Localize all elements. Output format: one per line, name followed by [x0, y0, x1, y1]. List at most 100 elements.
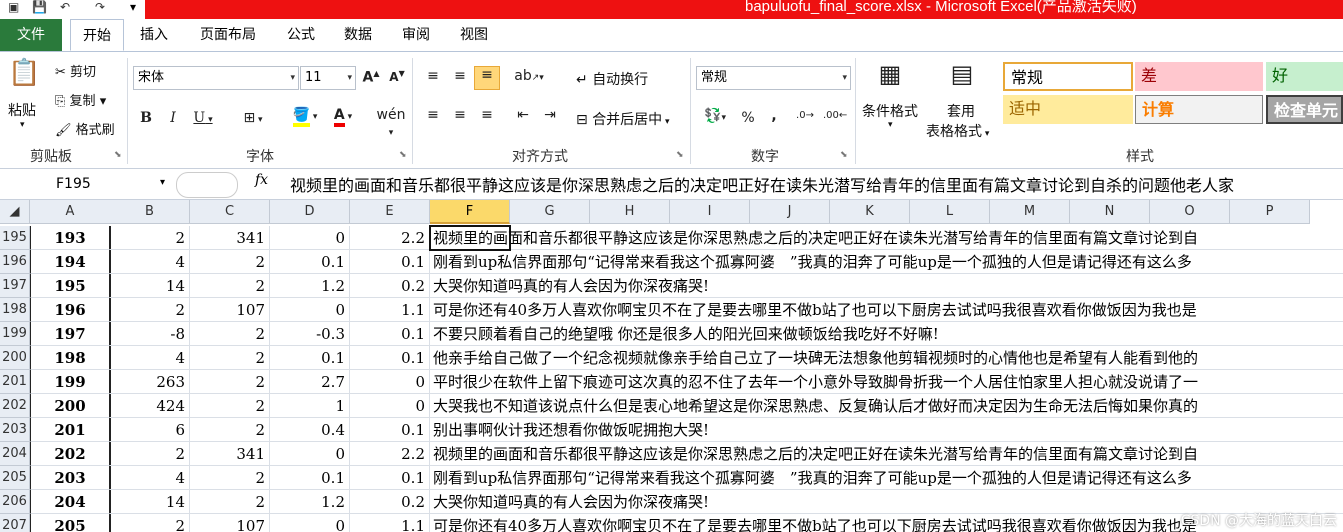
decrease-indent-icon[interactable]: ⇤ [513, 107, 533, 123]
cell-f[interactable]: 他亲手给自己做了一个纪念视频就像亲手给自己立了一块碑无法想象他剪辑视频时的心情他… [430, 346, 1343, 370]
cell-d[interactable]: 0.1 [270, 346, 350, 370]
cell-f[interactable]: 视频里的画面和音乐都很平静这应该是你深思熟虑之后的决定吧正好在读朱光潜写给青年的… [430, 442, 1343, 466]
comma-button[interactable]: , [766, 108, 782, 124]
font-size-combo[interactable]: 11 ▾ [300, 66, 356, 90]
currency-icon[interactable]: 💱▾ [701, 108, 729, 124]
cell-b[interactable]: 4 [110, 466, 190, 490]
formula-content[interactable]: 视频里的画面和音乐都很平静这应该是你深思熟虑之后的决定吧正好在读朱光潜写给青年的… [290, 172, 1234, 196]
cell-d[interactable]: 0.4 [270, 418, 350, 442]
cell-a[interactable]: 193 [30, 226, 111, 250]
column-header-n[interactable]: N [1070, 200, 1150, 224]
cell-a[interactable]: 194 [30, 250, 111, 274]
percent-button[interactable]: % [740, 110, 756, 126]
grow-font-icon[interactable]: A▲ [362, 69, 380, 86]
cell-a[interactable]: 202 [30, 442, 111, 466]
cell-c[interactable]: 2 [190, 322, 270, 346]
cell-b[interactable]: 2 [110, 226, 190, 250]
cell-d[interactable]: 0.1 [270, 466, 350, 490]
merge-center-button[interactable]: ⊟ 合并后居中 ▾ [576, 109, 670, 129]
cell-c[interactable]: 2 [190, 346, 270, 370]
cell-a[interactable]: 203 [30, 466, 111, 490]
cell-f[interactable]: 大哭我也不知道该说点什么但是衷心地希望这是你深思熟虑、反复确认后才做好而决定因为… [430, 394, 1343, 418]
style-neutral[interactable]: 适中 [1003, 95, 1133, 124]
font-color-icon[interactable]: A ▾ [326, 107, 360, 127]
cell-e[interactable]: 0.1 [350, 418, 430, 442]
decrease-decimal-icon[interactable]: .00← [823, 110, 847, 121]
copy-button[interactable]: ⎘ 复制 ▾ [55, 90, 106, 109]
cell-d[interactable]: 1.2 [270, 490, 350, 514]
cell-b[interactable]: 14 [110, 274, 190, 298]
cell-d[interactable]: 0 [270, 442, 350, 466]
cell-b[interactable]: 2 [110, 442, 190, 466]
cell-b[interactable]: 263 [110, 370, 190, 394]
cell-d[interactable]: 0 [270, 298, 350, 322]
column-header-e[interactable]: E [350, 200, 430, 224]
column-header-d[interactable]: D [270, 200, 350, 224]
cell-c[interactable]: 107 [190, 514, 270, 532]
italic-icon[interactable]: I [166, 110, 180, 126]
cell-d[interactable]: 0 [270, 226, 350, 250]
paste-button[interactable]: 粘贴 [8, 100, 36, 120]
style-bad[interactable]: 差 [1135, 62, 1263, 91]
cell-d[interactable]: 1.2 [270, 274, 350, 298]
cell-b[interactable]: 4 [110, 346, 190, 370]
cell-e[interactable]: 0 [350, 370, 430, 394]
cell-c[interactable]: 2 [190, 490, 270, 514]
row-header[interactable]: 201 [0, 370, 30, 394]
cell-a[interactable]: 197 [30, 322, 111, 346]
clipboard-dialog-launcher-icon[interactable]: ⬊ [114, 150, 122, 160]
cell-c[interactable]: 2 [190, 418, 270, 442]
cell-b[interactable]: -8 [110, 322, 190, 346]
underline-icon[interactable]: U ▾ [193, 110, 213, 126]
cell-b[interactable]: 2 [110, 298, 190, 322]
spreadsheet-grid[interactable]: ◢ A B C D E F G H I J K L M N O P 195 193 2 341 0 2.2 视频里的画面和音… [0, 200, 1343, 532]
row-header[interactable]: 199 [0, 322, 30, 346]
cell-e[interactable]: 0.2 [350, 274, 430, 298]
row-header[interactable]: 195 [0, 226, 30, 250]
cell-c[interactable]: 2 [190, 466, 270, 490]
cell-e[interactable]: 1.1 [350, 514, 430, 532]
format-painter-button[interactable]: 🖌 格式刷 [55, 119, 115, 138]
tab-formulas[interactable]: 公式 [280, 19, 322, 51]
cell-c[interactable]: 107 [190, 298, 270, 322]
format-as-table-button-line2[interactable]: 表格格式 ▾ [926, 121, 989, 141]
cell-e[interactable]: 0.2 [350, 490, 430, 514]
column-header-l[interactable]: L [910, 200, 990, 224]
column-header-i[interactable]: I [670, 200, 750, 224]
undo-icon[interactable]: ↶ [60, 0, 70, 14]
cell-f[interactable]: 视频里的画面和音乐都很平静这应该是你深思熟虑之后的决定吧正好在读朱光潜写给青年的… [430, 226, 1343, 250]
tab-review[interactable]: 审阅 [394, 19, 438, 51]
cell-d[interactable]: -0.3 [270, 322, 350, 346]
paste-icon[interactable]: 📋 [8, 58, 40, 88]
align-right-icon[interactable]: ≡ [477, 107, 497, 123]
number-format-combo[interactable]: 常规 ▾ [696, 66, 851, 90]
cell-c[interactable]: 341 [190, 226, 270, 250]
row-header[interactable]: 200 [0, 346, 30, 370]
cell-a[interactable]: 204 [30, 490, 111, 514]
cell-e[interactable]: 0.1 [350, 346, 430, 370]
format-as-table-button-line1[interactable]: 套用 [947, 101, 975, 121]
borders-icon[interactable]: ⊞ ▾ [233, 110, 273, 126]
style-calculation[interactable]: 计算 [1135, 95, 1263, 124]
cell-a[interactable]: 195 [30, 274, 111, 298]
wrap-text-button[interactable]: ↵ 自动换行 [576, 69, 648, 89]
shrink-font-icon[interactable]: A▼ [388, 69, 406, 84]
cell-e[interactable]: 0.1 [350, 322, 430, 346]
tab-view[interactable]: 视图 [452, 19, 496, 51]
cell-a[interactable]: 205 [30, 514, 111, 532]
increase-decimal-icon[interactable]: .0→ [793, 110, 817, 121]
bold-icon[interactable]: B [139, 110, 153, 126]
cell-b[interactable]: 6 [110, 418, 190, 442]
row-header[interactable]: 198 [0, 298, 30, 322]
style-good[interactable]: 好 [1266, 62, 1343, 91]
cell-f[interactable]: 可是你还有40多万人喜欢你啊宝贝不在了是要去哪里不做b站了也可以下厨房去试试吗我… [430, 298, 1343, 322]
cell-e[interactable]: 0.1 [350, 250, 430, 274]
increase-indent-icon[interactable]: ⇥ [540, 107, 560, 123]
column-header-b[interactable]: B [110, 200, 190, 224]
cell-c[interactable]: 2 [190, 370, 270, 394]
column-header-o[interactable]: O [1150, 200, 1230, 224]
cell-e[interactable]: 0.1 [350, 466, 430, 490]
cell-d[interactable]: 0 [270, 514, 350, 532]
tab-page-layout[interactable]: 页面布局 [190, 19, 266, 51]
cut-button[interactable]: ✂ 剪切 [55, 61, 96, 80]
